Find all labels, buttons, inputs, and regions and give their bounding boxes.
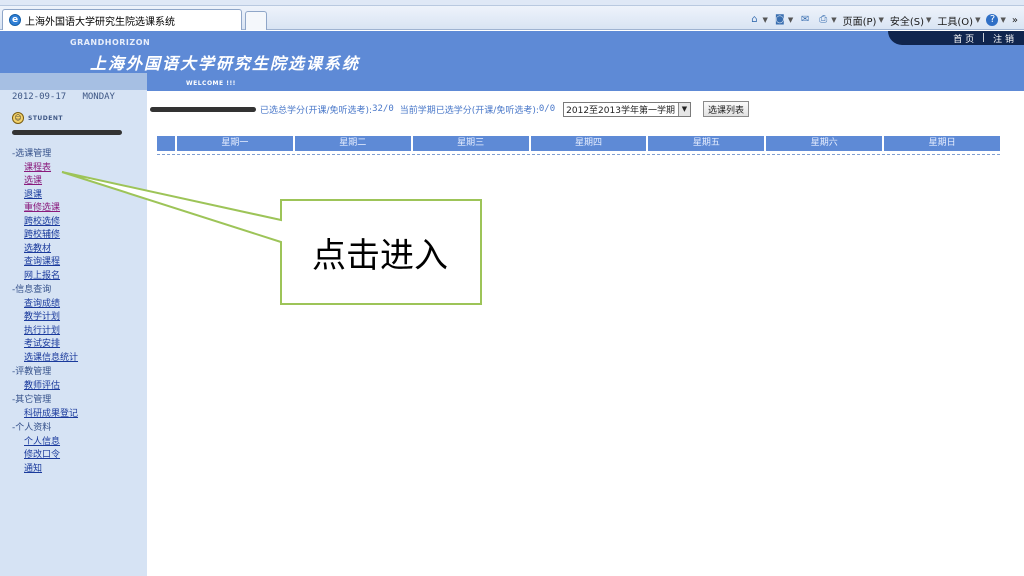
nav-separator: | xyxy=(982,33,986,43)
weekday-header: 星期二 xyxy=(292,136,411,151)
menu-group-title[interactable]: -其它管理 xyxy=(12,393,78,408)
student-row: ☺ STUDENT xyxy=(12,112,63,124)
sidebar-menu-link[interactable]: 退课 xyxy=(24,189,78,203)
sidebar-menu-link[interactable]: 跨校辅修 xyxy=(24,229,78,243)
weekday-header: 星期三 xyxy=(410,136,529,151)
student-label: STUDENT xyxy=(28,114,63,122)
logout-link[interactable]: 注 销 xyxy=(993,32,1014,45)
feeds-button[interactable]: ◙ ▼ xyxy=(774,14,793,26)
date-display: 2012-09-17 MONDAY xyxy=(12,92,115,102)
chevron-down-icon: ▼ xyxy=(878,16,884,24)
rss-icon: ◙ xyxy=(774,14,785,25)
course-list-button[interactable]: 选课列表 xyxy=(702,101,749,117)
menu-group-title[interactable]: -选课管理 xyxy=(12,147,78,162)
sidebar-menu-link[interactable]: 查询成绩 xyxy=(24,298,78,312)
chevron-down-icon: ▼ xyxy=(1000,16,1006,24)
page-menu[interactable]: 页面(P) ▼ xyxy=(843,13,884,28)
total-credit-value: 32/0 xyxy=(372,104,394,114)
top-nav: 首 页 | 注 销 xyxy=(888,31,1024,45)
chevron-down-icon[interactable]: ▼ xyxy=(677,102,690,116)
sidebar-menu-link[interactable]: 跨校选修 xyxy=(24,216,78,230)
ie-icon: e xyxy=(9,14,21,26)
sidebar-menu-link[interactable]: 选课信息统计 xyxy=(24,352,78,366)
schedule-table-header: 星期一 星期二 星期三 星期四 星期五 星期六 星期日 xyxy=(157,136,1001,155)
sidebar-menu-link[interactable]: 查询课程 xyxy=(24,256,78,270)
total-credit-label: 已选总学分(开课/免听选考): xyxy=(260,105,373,116)
weekday-header: 星期四 xyxy=(528,136,647,151)
callout-text: 点击进入 xyxy=(312,235,448,276)
brand-label: GRANDHORIZON xyxy=(70,38,151,47)
sidebar-menu: -选课管理 课程表 选课 退课 重修选课 跨校选修 跨校辅修 选教材 查询课程 网上报名 -信息查询… xyxy=(12,147,78,476)
tab-title: 上海外国语大学研究生院选课系统 xyxy=(25,16,175,28)
date-value: 2012-09-17 xyxy=(12,92,67,102)
schedule-corner-cell xyxy=(157,136,175,151)
menu-group-title[interactable]: -个人资料 xyxy=(12,421,78,436)
chevron-down-icon: ▼ xyxy=(926,16,932,24)
home-link[interactable]: 首 页 xyxy=(953,32,974,45)
print-icon: ⎙ xyxy=(819,14,828,25)
help-button[interactable]: ? ▼ xyxy=(986,14,1006,26)
weekday-value: MONDAY xyxy=(82,92,115,102)
sidebar-menu-link[interactable]: 选课 xyxy=(24,175,78,189)
weekday-header: 星期六 xyxy=(764,136,883,151)
tools-menu[interactable]: 工具(O) ▼ xyxy=(937,13,980,28)
term-credit-value: 0/0 xyxy=(538,104,556,114)
student-avatar-icon: ☺ xyxy=(12,112,24,124)
print-button[interactable]: ⎙ ▼ xyxy=(817,14,836,26)
chevron-down-icon: ▼ xyxy=(762,16,768,24)
sidebar-menu-link[interactable]: 选教材 xyxy=(24,243,78,257)
chevron-down-icon: ▼ xyxy=(831,16,837,24)
chevron-down-icon: ▼ xyxy=(975,16,981,24)
site-title: 上海外国语大学研究生院选课系统 xyxy=(90,54,361,73)
weekday-header: 星期日 xyxy=(882,136,1001,151)
sidebar-menu-link[interactable]: 重修选课 xyxy=(24,202,78,216)
help-icon: ? xyxy=(986,14,999,26)
weekday-header: 星期一 xyxy=(175,136,293,151)
weekday-header: 星期五 xyxy=(646,136,765,151)
term-select-value: 2012至2013学年第一学期 xyxy=(566,105,675,116)
new-tab-button[interactable] xyxy=(245,11,267,30)
credit-summary: 已选总学分(开课/免听选考): 32/0 当前学期已选学分(开课/免听选考): … xyxy=(150,101,749,117)
toolbar-overflow[interactable]: » xyxy=(1012,15,1018,26)
sidebar-menu-link[interactable]: 教学计划 xyxy=(24,311,78,325)
sidebar-menu-link[interactable]: 个人信息 xyxy=(24,436,78,450)
mail-icon: ✉ xyxy=(801,14,810,25)
sidebar-menu-link[interactable]: 考试安排 xyxy=(24,338,78,352)
welcome-text: WELCOME !!! xyxy=(186,80,236,87)
tools-menu-label: 工具(O) xyxy=(937,16,974,28)
menu-group-title[interactable]: -评教管理 xyxy=(12,365,78,380)
menu-group-title[interactable]: -信息查询 xyxy=(12,283,78,298)
sidebar-band xyxy=(0,73,147,90)
term-credit-label: 当前学期已选学分(开课/免听选考): xyxy=(399,105,539,116)
browser-tab-bar: e 上海外国语大学研究生院选课系统 ⌂ ▼ ◙ ▼ ✉ ⎙ ▼ 页面(P) ▼ 安全(S… xyxy=(0,6,1024,30)
home-button[interactable]: ⌂ ▼ xyxy=(748,14,768,26)
browser-tab[interactable]: e 上海外国语大学研究生院选课系统 xyxy=(2,9,242,30)
sidebar-menu-link[interactable]: 通知 xyxy=(24,463,78,477)
safety-menu-label: 安全(S) xyxy=(889,16,925,28)
home-icon: ⌂ xyxy=(751,14,758,25)
sidebar-menu-link[interactable]: 执行计划 xyxy=(24,325,78,339)
sidebar-menu-link[interactable]: 教师评估 xyxy=(24,380,78,394)
credit-name-redacted xyxy=(150,106,256,112)
browser-command-bar: ⌂ ▼ ◙ ▼ ✉ ⎙ ▼ 页面(P) ▼ 安全(S) ▼ 工具(O) ▼ ? ▼ » xyxy=(748,12,1018,28)
sidebar-menu-link[interactable]: 修改口令 xyxy=(24,449,78,463)
page-menu-label: 页面(P) xyxy=(842,16,877,28)
safety-menu[interactable]: 安全(S) ▼ xyxy=(890,13,932,28)
sidebar-menu-link[interactable]: 网上报名 xyxy=(24,270,78,284)
mail-button[interactable]: ✉ xyxy=(799,14,811,26)
sidebar-menu-link[interactable]: 课程表 xyxy=(24,162,78,176)
term-select[interactable]: 2012至2013学年第一学期 ▼ xyxy=(563,101,691,117)
sidebar-menu-link[interactable]: 科研成果登记 xyxy=(24,408,78,422)
student-name-redacted xyxy=(12,130,122,135)
chevron-down-icon: ▼ xyxy=(787,16,794,24)
